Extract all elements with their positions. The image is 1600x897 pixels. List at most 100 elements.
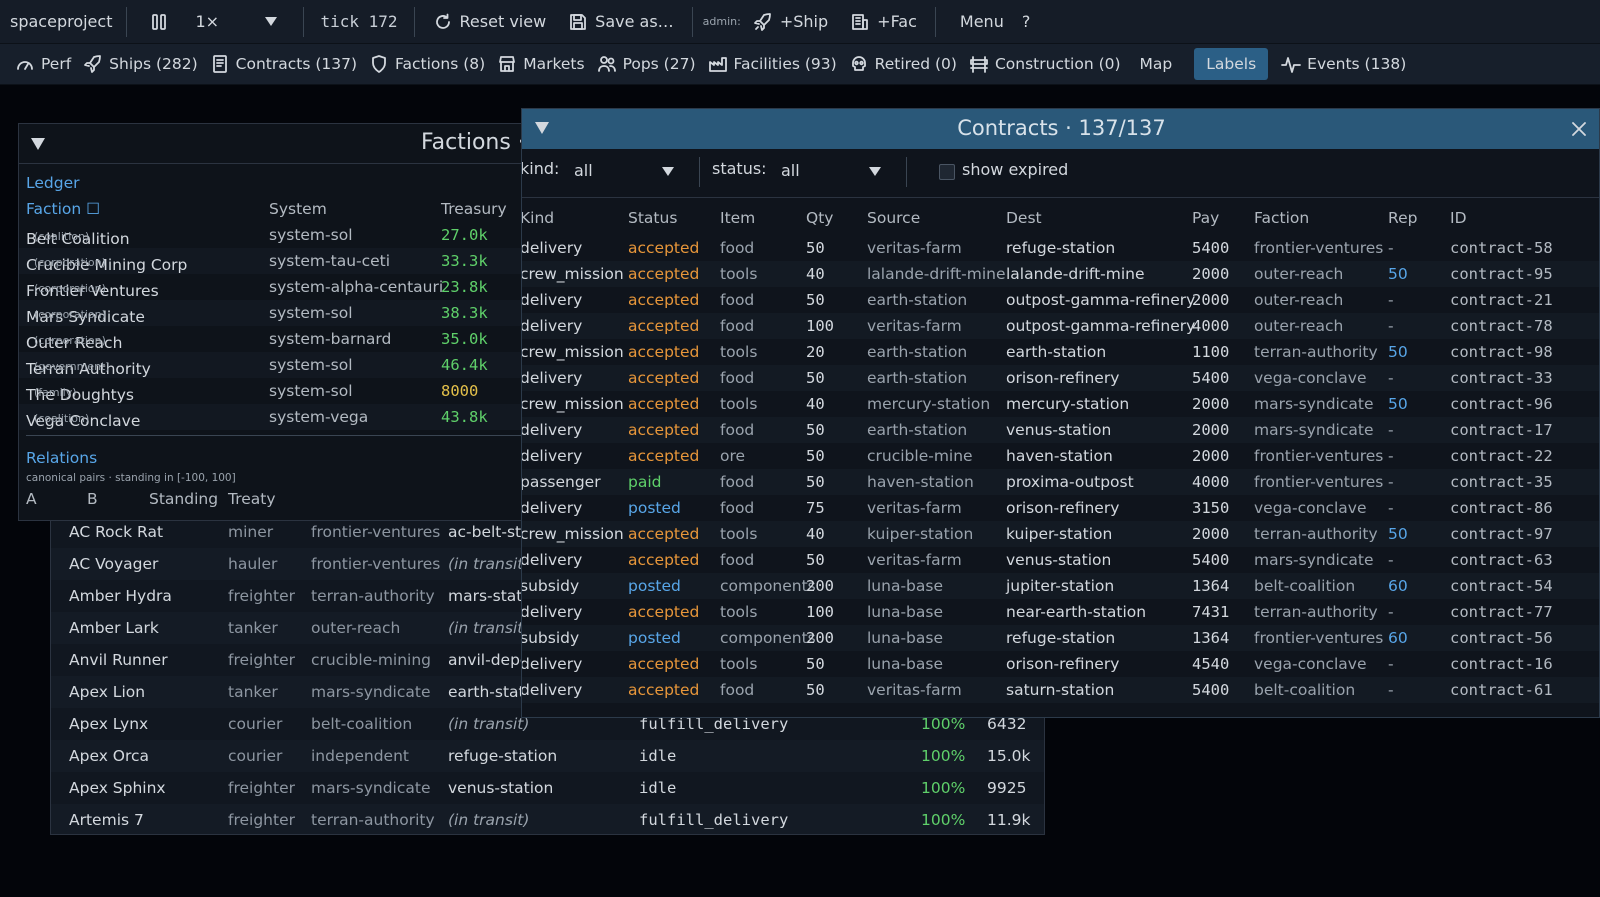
table-row[interactable]: delivery accepted food 50 earth-station oriso…	[522, 365, 1599, 391]
contract-status: accepted	[628, 681, 700, 699]
ship-location: (in transit)	[448, 715, 530, 733]
table-row[interactable]: Frontier Ventures (corporation) system-alp…	[19, 274, 537, 300]
table-row[interactable]: subsidy posted components 200 luna-base refug…	[522, 625, 1599, 651]
table-row[interactable]: delivery accepted food 50 veritas-farm venus-…	[522, 547, 1599, 573]
col-b[interactable]: B	[87, 490, 98, 508]
ship-location: mars-stati	[448, 587, 527, 605]
nav-pops[interactable]: Pops (27)	[592, 48, 701, 80]
col-kind[interactable]: Kind	[522, 209, 554, 227]
ledger-section-label[interactable]: Ledger	[26, 174, 80, 192]
table-row[interactable]: crew_mission accepted tools 40 kuiper-statio…	[522, 521, 1599, 547]
contract-kind: delivery	[521, 421, 583, 439]
table-row[interactable]: Artemis 7 freighter terran-authority (in tr…	[51, 804, 1044, 834]
kind-filter-select[interactable]: all	[572, 153, 682, 189]
col-faction[interactable]: Faction	[1254, 209, 1309, 227]
table-row[interactable]: Vega Conclave (coalition) system-vega 43.8k	[19, 404, 537, 430]
col-treaty[interactable]: Treaty	[228, 490, 276, 508]
contract-pay: 1364	[1192, 629, 1230, 647]
table-row[interactable]: crew_mission accepted tools 20 earth-station…	[522, 339, 1599, 365]
table-row[interactable]: subsidy posted components 200 luna-base jupit…	[522, 573, 1599, 599]
speed-select[interactable]: 1×	[181, 0, 293, 44]
table-row[interactable]: delivery accepted tools 100 luna-base near-ea…	[522, 599, 1599, 625]
table-row[interactable]: delivery accepted tools 50 luna-base orison-r…	[522, 651, 1599, 677]
ship-name: Anvil Runner	[69, 651, 168, 669]
col-qty[interactable]: Qty	[806, 209, 833, 227]
contract-item: food	[720, 551, 755, 569]
col-system[interactable]: System	[269, 200, 327, 218]
table-row[interactable]: Apex Orca courier independent refuge-statio…	[51, 740, 1044, 772]
col-dest[interactable]: Dest	[1006, 209, 1042, 227]
contracts-header[interactable]: Contracts · 137/137	[522, 109, 1599, 149]
table-row[interactable]: The Doughtys (family) system-sol 8000	[19, 378, 537, 404]
table-row[interactable]: passenger paid food 50 haven-station proxima-…	[522, 469, 1599, 495]
table-row[interactable]: crew_mission accepted tools 40 lalande-drift…	[522, 261, 1599, 287]
nav-markets[interactable]: Markets	[492, 48, 589, 80]
pause-button[interactable]	[137, 0, 181, 44]
close-icon[interactable]	[1569, 119, 1589, 139]
table-row[interactable]: Terran Authority (government) system-sol 46…	[19, 352, 537, 378]
contract-qty: 40	[806, 525, 825, 543]
add-faction-button[interactable]: +Fac	[842, 0, 925, 44]
col-treasury[interactable]: Treasury	[441, 200, 507, 218]
show-expired-checkbox[interactable]	[939, 164, 955, 180]
table-row[interactable]: Crucible Mining Corp (corporation) system-…	[19, 248, 537, 274]
table-row[interactable]: Apex Sphinx freighter mars-syndicate venus-…	[51, 772, 1044, 804]
nav-labels-label: Labels	[1206, 55, 1257, 73]
table-row[interactable]: Belt Coalition (coalition) system-sol 27.0k	[19, 222, 537, 248]
gauge-icon	[17, 61, 33, 70]
table-row[interactable]: delivery accepted ore 50 crucible-mine haven-…	[522, 443, 1599, 469]
col-item[interactable]: Item	[720, 209, 755, 227]
nav-ships[interactable]: Ships (282)	[78, 48, 203, 80]
factions-header[interactable]: Factions ·	[19, 124, 537, 164]
nav-retired[interactable]: Retired (0)	[844, 48, 962, 80]
contract-rep: -	[1388, 421, 1394, 439]
contract-faction: belt-coalition	[1254, 681, 1356, 699]
nav-contracts[interactable]: Contracts (137)	[205, 48, 362, 80]
ship-name: Amber Hydra	[69, 587, 172, 605]
table-row[interactable]: crew_mission accepted tools 40 mercury-stati…	[522, 391, 1599, 417]
nav-perf[interactable]: Perf	[10, 48, 76, 80]
col-faction[interactable]: Faction ☐	[26, 200, 100, 218]
reset-view-button[interactable]: Reset view	[425, 0, 555, 44]
table-row[interactable]: delivery accepted food 100 veritas-farm outpo…	[521, 313, 1599, 339]
add-ship-button[interactable]: +Ship	[745, 0, 836, 44]
nav-events[interactable]: Events (138)	[1276, 48, 1411, 80]
col-a[interactable]: A	[26, 490, 37, 508]
col-source[interactable]: Source	[867, 209, 920, 227]
contract-faction: mars-syndicate	[1254, 421, 1374, 439]
contract-kind: delivery	[521, 317, 583, 335]
contract-item: components	[720, 577, 816, 595]
contract-faction: frontier-ventures	[1254, 239, 1384, 257]
save-as-button[interactable]: Save as…	[560, 0, 682, 44]
menu-button[interactable]: Menu	[946, 0, 1018, 44]
col-standing[interactable]: Standing	[149, 490, 218, 508]
contract-rep: 50	[1388, 343, 1408, 361]
nav-map[interactable]: Map	[1128, 48, 1185, 80]
ship-role: hauler	[228, 555, 278, 573]
contract-status: accepted	[628, 343, 700, 361]
col-id[interactable]: ID	[1450, 209, 1467, 227]
status-filter-select[interactable]: all	[779, 153, 889, 189]
col-pay[interactable]: Pay	[1192, 209, 1219, 227]
collapse-icon[interactable]	[31, 138, 45, 150]
table-row[interactable]: delivery accepted food 50 veritas-farm refuge…	[522, 235, 1599, 261]
nav-factions[interactable]: Factions (8)	[364, 48, 490, 80]
nav-construction[interactable]: Construction (0)	[964, 48, 1126, 80]
contract-dest: kuiper-station	[1006, 525, 1113, 543]
contract-qty: 100	[806, 603, 834, 621]
contract-faction: vega-conclave	[1254, 369, 1367, 387]
nav-labels-toggle[interactable]: Labels	[1194, 48, 1269, 80]
relations-section-label[interactable]: Relations	[26, 449, 97, 467]
table-row[interactable]: delivery accepted food 50 earth-station venus…	[521, 417, 1599, 443]
table-row[interactable]: Mars Syndicate (corporation) system-sol 38.…	[19, 300, 537, 326]
table-row[interactable]: delivery accepted food 50 earth-station outpo…	[522, 287, 1599, 313]
col-status[interactable]: Status	[628, 209, 677, 227]
nav-facilities[interactable]: Facilities (93)	[703, 48, 842, 80]
col-rep[interactable]: Rep	[1388, 209, 1417, 227]
help-button[interactable]: ?	[1018, 0, 1035, 44]
table-row[interactable]: delivery posted food 75 veritas-farm orison-r…	[522, 495, 1599, 521]
table-row[interactable]: delivery accepted food 50 veritas-farm saturn…	[522, 677, 1599, 703]
show-expired-label[interactable]: show expired	[962, 160, 1068, 179]
ship-condition: 100%	[921, 811, 966, 829]
table-row[interactable]: Outer Reach (corporation) system-barnard 35…	[19, 326, 537, 352]
